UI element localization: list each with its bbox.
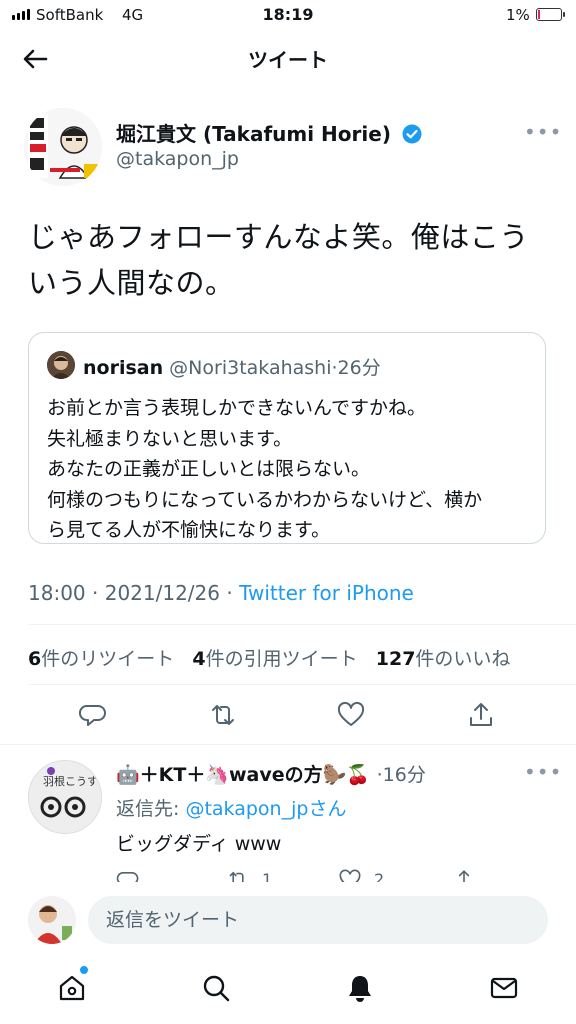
- quoted-line: ら見てる人が不愉快になります。: [47, 519, 331, 541]
- messages-icon[interactable]: [488, 972, 520, 1004]
- status-bar: SoftBank 4G 18:19 1%: [0, 0, 576, 30]
- tweet-source[interactable]: Twitter for iPhone: [239, 581, 414, 605]
- quoted-line: 何様のつもりになっているかわからないけど、横か: [47, 488, 483, 511]
- reply-compose-bar: [0, 882, 576, 956]
- reply-time: 16分: [382, 764, 426, 786]
- reply-author-name: 🤖＋KT＋🦄waveの方🦫🍒: [116, 764, 370, 786]
- quoted-line: お前とか言う表現しかできないんですかね。: [47, 397, 427, 419]
- quoted-time: 26分: [337, 357, 381, 379]
- tweet-text: じゃあフォローすんなよ笑。俺はこういう人間なの。: [28, 220, 529, 300]
- reply-more-icon[interactable]: •••: [524, 760, 562, 784]
- search-icon[interactable]: [200, 972, 232, 1004]
- share-icon[interactable]: [466, 700, 496, 730]
- battery-icon: [536, 8, 565, 21]
- author-avatar[interactable]: [24, 108, 102, 186]
- verified-badge-icon: [402, 124, 422, 144]
- retweet-icon[interactable]: [208, 700, 238, 730]
- quoted-handle: @Nori3takahashi: [169, 357, 332, 379]
- like-icon[interactable]: [336, 700, 366, 730]
- author-name-text: 堀江貴文 (Takafumi Horie): [116, 122, 391, 146]
- tweet-actions: [0, 700, 576, 734]
- reply-author[interactable]: 🤖＋KT＋🦄waveの方🦫🍒 ·16分: [116, 760, 426, 787]
- separator: ·: [226, 581, 240, 605]
- quoted-avatar: [47, 351, 75, 379]
- quoted-tweet[interactable]: norisan @Nori3takahashi·26分 お前とか言う表現しかでき…: [28, 332, 546, 544]
- retweet-label: 件のリツイート: [41, 648, 175, 670]
- battery-percent: 1%: [506, 6, 530, 24]
- reply-avatar[interactable]: 羽根こうすけ: [28, 760, 102, 834]
- author-handle[interactable]: @takapon_jp: [116, 148, 239, 170]
- quoted-name: norisan: [83, 357, 164, 379]
- tweet-meta: 18:00 · 2021/12/26 · Twitter for iPhone: [28, 581, 414, 605]
- home-notification-dot: [80, 966, 88, 974]
- reply-input[interactable]: [88, 896, 548, 944]
- separator: ·: [92, 581, 105, 605]
- reply-icon[interactable]: [78, 700, 108, 730]
- quote-label: 件の引用ツイート: [205, 648, 358, 670]
- reply-to-suffix: さん: [308, 798, 347, 820]
- divider: [0, 744, 576, 745]
- reply-to: 返信先: @takapon_jpさん: [116, 794, 346, 821]
- tweet-date: 2021/12/26: [104, 581, 220, 605]
- quoted-text: お前とか言う表現しかできないんですかね。 失礼極まりないと思います。 あなたの正…: [47, 393, 537, 546]
- divider: [28, 624, 576, 625]
- author-name[interactable]: 堀江貴文 (Takafumi Horie): [116, 118, 422, 147]
- quote-count: 4: [192, 648, 206, 670]
- like-label: 件のいいね: [415, 648, 511, 670]
- reply-to-label: 返信先:: [116, 798, 186, 820]
- like-stat[interactable]: 127件のいいね: [376, 648, 511, 670]
- tab-bar: [0, 956, 576, 1024]
- quoted-line: 失礼極まりないと思います。: [47, 427, 293, 450]
- quoted-line: あなたの正義が正しいとは限らない。: [47, 458, 371, 480]
- retweet-count: 6: [28, 648, 42, 670]
- reply-text: ビッグダディ www: [116, 833, 282, 855]
- page-title: ツイート: [248, 48, 328, 72]
- status-time: 18:19: [262, 5, 314, 24]
- tweet-time: 18:00: [28, 581, 86, 605]
- svg-text:羽根こうすけ: 羽根こうすけ: [43, 774, 101, 788]
- like-count: 127: [375, 648, 416, 670]
- more-icon[interactable]: •••: [524, 120, 562, 144]
- tweet-stats: 6件のリツイート 4件の引用ツイート 127件のいいね: [28, 644, 510, 671]
- retweet-stat[interactable]: 6件のリツイート: [28, 648, 174, 670]
- user-avatar: [28, 896, 76, 944]
- quoted-header: norisan @Nori3takahashi·26分: [83, 353, 381, 380]
- divider: [28, 684, 576, 685]
- quote-stat[interactable]: 4件の引用ツイート: [192, 648, 357, 670]
- reply-to-handle[interactable]: @takapon_jp: [185, 798, 308, 820]
- notifications-icon[interactable]: [344, 972, 376, 1004]
- home-icon[interactable]: [56, 972, 88, 1004]
